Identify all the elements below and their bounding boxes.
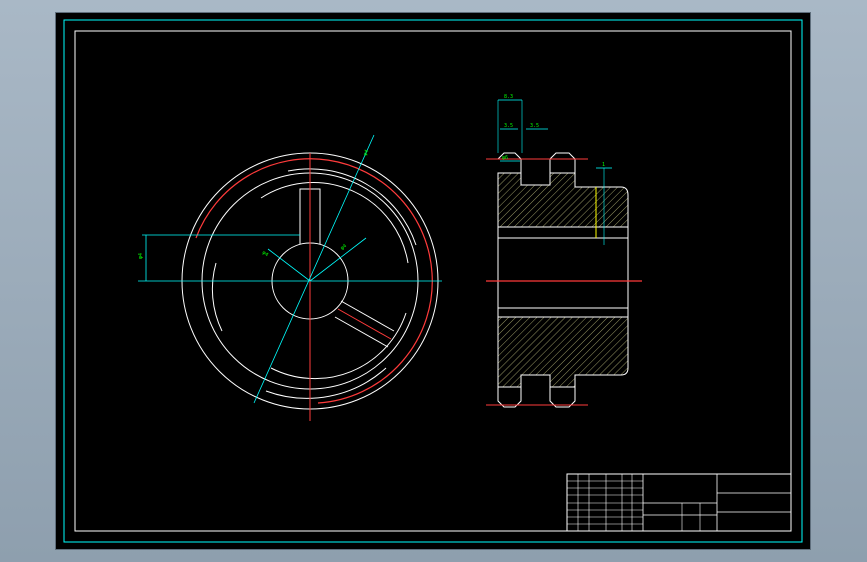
dim-tip: φ4 (362, 149, 370, 157)
dim-roller: φ6 (502, 155, 508, 161)
dim-width: 8.3 (504, 94, 513, 100)
dim-hub-step: 1 (602, 162, 605, 168)
dim-hub: φ4 (340, 243, 348, 251)
dim-left: φ4 (138, 253, 144, 259)
front-view (138, 134, 442, 421)
dim-tooth-2: 3.5 (530, 123, 539, 129)
side-view (486, 99, 642, 408)
cad-drawing-viewport[interactable]: φ4 φ4 φ4 φ4 8.3 3.5 3.5 φ6 1 (56, 13, 810, 549)
cad-drawing-canvas: φ4 φ4 φ4 φ4 8.3 3.5 3.5 φ6 1 (63, 19, 803, 543)
lower-section (497, 316, 629, 388)
dim-bore: φ4 (261, 250, 269, 258)
upper-section (497, 172, 629, 228)
dim-tooth-1: 3.5 (504, 123, 513, 129)
title-block (566, 473, 792, 532)
side-view-dimensions: 8.3 3.5 3.5 φ6 1 (502, 94, 605, 168)
